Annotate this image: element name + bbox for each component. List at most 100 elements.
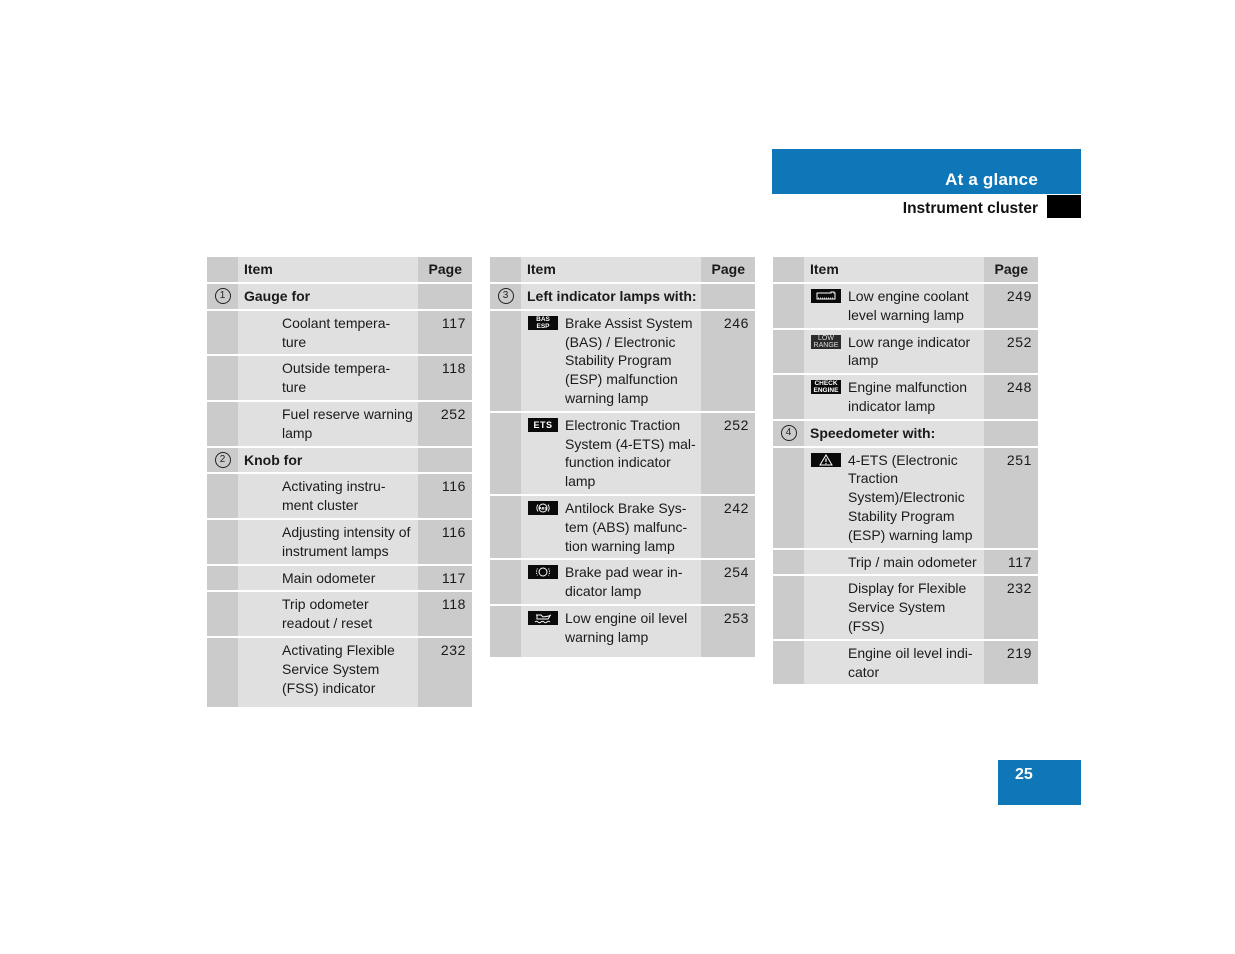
warning-triangle-lamp-icon: [811, 452, 841, 467]
subsection-marker: [1047, 195, 1081, 218]
callout-number: 2: [214, 451, 231, 468]
index-table-3: Item Page Low engine coolant level warni…: [773, 257, 1038, 685]
table-header-row: Item Page: [490, 257, 755, 284]
coolant-level-lamp-icon: [811, 289, 841, 303]
page-ref[interactable]: 232: [984, 575, 1038, 641]
page-ref: [701, 283, 755, 311]
item-label: Brake pad wear in-dicator lamp: [565, 564, 683, 600]
table-row: CHECK ENGINE Engine malfunction indicator…: [773, 374, 1038, 421]
section-row: 2 Knob for: [207, 446, 472, 475]
table-row: LOW RANGE Low range indicator lamp 252: [773, 328, 1038, 376]
section-row: 3 Left indicator lamps with:: [490, 283, 755, 311]
table-header-row: Item Page: [207, 257, 472, 284]
page-ref[interactable]: 251: [984, 446, 1038, 550]
item-column-header: Item: [238, 257, 418, 284]
page-ref[interactable]: 254: [701, 559, 755, 606]
number-column-header: [490, 257, 521, 284]
item-label: Activating instru-ment cluster: [282, 478, 386, 514]
item-label: Brake Assist System (BAS) / Electronic S…: [565, 314, 693, 406]
number-column-header: [207, 257, 238, 284]
item-label: Display for Flexible Service System (FSS…: [848, 580, 967, 634]
page-ref[interactable]: 253: [701, 604, 755, 657]
number-column-header: [773, 257, 804, 284]
table-row: Fuel reserve warning lamp 252: [207, 400, 472, 448]
item-label: Trip / main odometer: [848, 553, 977, 570]
item-label: Coolant tempera-ture: [282, 314, 391, 350]
page-ref[interactable]: 219: [984, 639, 1038, 685]
table-row: Activating Flexible Service System (FSS)…: [207, 636, 472, 708]
table-row: Adjusting intensity of instrument lamps …: [207, 518, 472, 566]
section-label: Speedometer with:: [810, 424, 936, 441]
item-label: Main odometer: [282, 569, 376, 586]
page-ref[interactable]: 232: [418, 636, 472, 708]
subsection-title: Instrument cluster: [902, 200, 1038, 217]
page-ref[interactable]: 116: [418, 518, 472, 566]
index-table-1: Item Page 1 Gauge for Coolant tempera-tu…: [207, 257, 472, 708]
page-ref[interactable]: 248: [984, 374, 1038, 421]
table-row: 4-ETS (Electronic Traction System)/Elect…: [773, 446, 1038, 550]
item-label: Low engine coolant level warning lamp: [848, 288, 969, 323]
item-label: Outside tempera-ture: [282, 360, 391, 396]
page-ref[interactable]: 252: [701, 411, 755, 496]
oil-level-lamp-icon: [528, 610, 558, 625]
page-ref[interactable]: 242: [701, 494, 755, 561]
table-row: Brake pad wear in-dicator lamp 254: [490, 559, 755, 606]
item-label: Engine oil level indi-cator: [848, 644, 973, 680]
item-label: Low engine oil level warning lamp: [565, 609, 688, 645]
item-label: 4-ETS (Electronic Traction System)/Elect…: [848, 451, 973, 543]
table-row: Engine oil level indi-cator 219: [773, 639, 1038, 685]
table-row: Main odometer 117: [207, 564, 472, 593]
page-ref: [418, 446, 472, 475]
page-ref[interactable]: 118: [418, 591, 472, 638]
page-ref[interactable]: 117: [984, 548, 1038, 577]
item-label: Adjusting intensity of instrument lamps: [282, 523, 411, 559]
page-column-header: Page: [984, 257, 1038, 284]
callout-number: 3: [497, 288, 514, 304]
section-label: Knob for: [244, 451, 303, 468]
item-label: Engine malfunction indicator lamp: [848, 379, 968, 414]
item-label: Fuel reserve warning lamp: [282, 405, 413, 441]
item-label: Antilock Brake Sys-tem (ABS) malfunc-tio…: [565, 499, 688, 554]
page-ref[interactable]: 118: [418, 355, 472, 402]
subsection-header: Instrument cluster: [772, 195, 1081, 218]
abs-lamp-icon: ABS: [528, 500, 558, 515]
page-ref[interactable]: 116: [418, 473, 472, 520]
item-label: Activating Flexible Service System (FSS)…: [282, 641, 395, 696]
page-column-header: Page: [418, 257, 472, 284]
low-range-lamp-icon: LOW RANGE: [811, 334, 841, 349]
page-ref[interactable]: 249: [984, 283, 1038, 330]
callout-number: 1: [214, 288, 231, 304]
svg-text:ABS: ABS: [539, 507, 548, 511]
page-number: 25: [1015, 766, 1033, 783]
table-header-row: Item Page: [773, 257, 1038, 284]
item-label: Low range indicator lamp: [848, 333, 971, 369]
page-number-box: 25: [998, 760, 1081, 805]
section-label: Left indicator lamps with:: [527, 288, 697, 304]
table-row: ETS Electronic Traction System (4-ETS) m…: [490, 411, 755, 496]
page-ref[interactable]: 246: [701, 309, 755, 413]
index-table-2: Item Page 3 Left indicator lamps with: B…: [490, 257, 755, 657]
page-ref[interactable]: 117: [418, 309, 472, 357]
page-ref[interactable]: 252: [984, 328, 1038, 376]
table-row: BAS ESP Brake Assist System (BAS) / Elect…: [490, 309, 755, 413]
table-row: Display for Flexible Service System (FSS…: [773, 575, 1038, 641]
page-ref: [984, 419, 1038, 448]
item-column-header: Item: [521, 257, 701, 284]
page-column-header: Page: [701, 257, 755, 284]
page-ref[interactable]: 117: [418, 564, 472, 593]
bas-esp-lamp-icon: BAS ESP: [528, 315, 558, 330]
section-label: Gauge for: [244, 288, 311, 304]
section-row: 4 Speedometer with:: [773, 419, 1038, 448]
page-ref: [418, 283, 472, 311]
table-row: Low engine coolant level warning lamp 24…: [773, 283, 1038, 330]
item-column-header: Item: [804, 257, 984, 284]
item-label: Trip odometer readout / reset: [282, 596, 373, 632]
table-row: Low engine oil level warning lamp 253: [490, 604, 755, 657]
section-title: At a glance: [945, 170, 1038, 189]
section-row: 1 Gauge for: [207, 283, 472, 311]
callout-number: 4: [780, 424, 797, 441]
page-ref[interactable]: 252: [418, 400, 472, 448]
table-row: ABS Antilock Brake Sys-tem (ABS) malfunc…: [490, 494, 755, 561]
table-row: Outside tempera-ture 118: [207, 355, 472, 402]
table-row: Activating instru-ment cluster 116: [207, 473, 472, 520]
